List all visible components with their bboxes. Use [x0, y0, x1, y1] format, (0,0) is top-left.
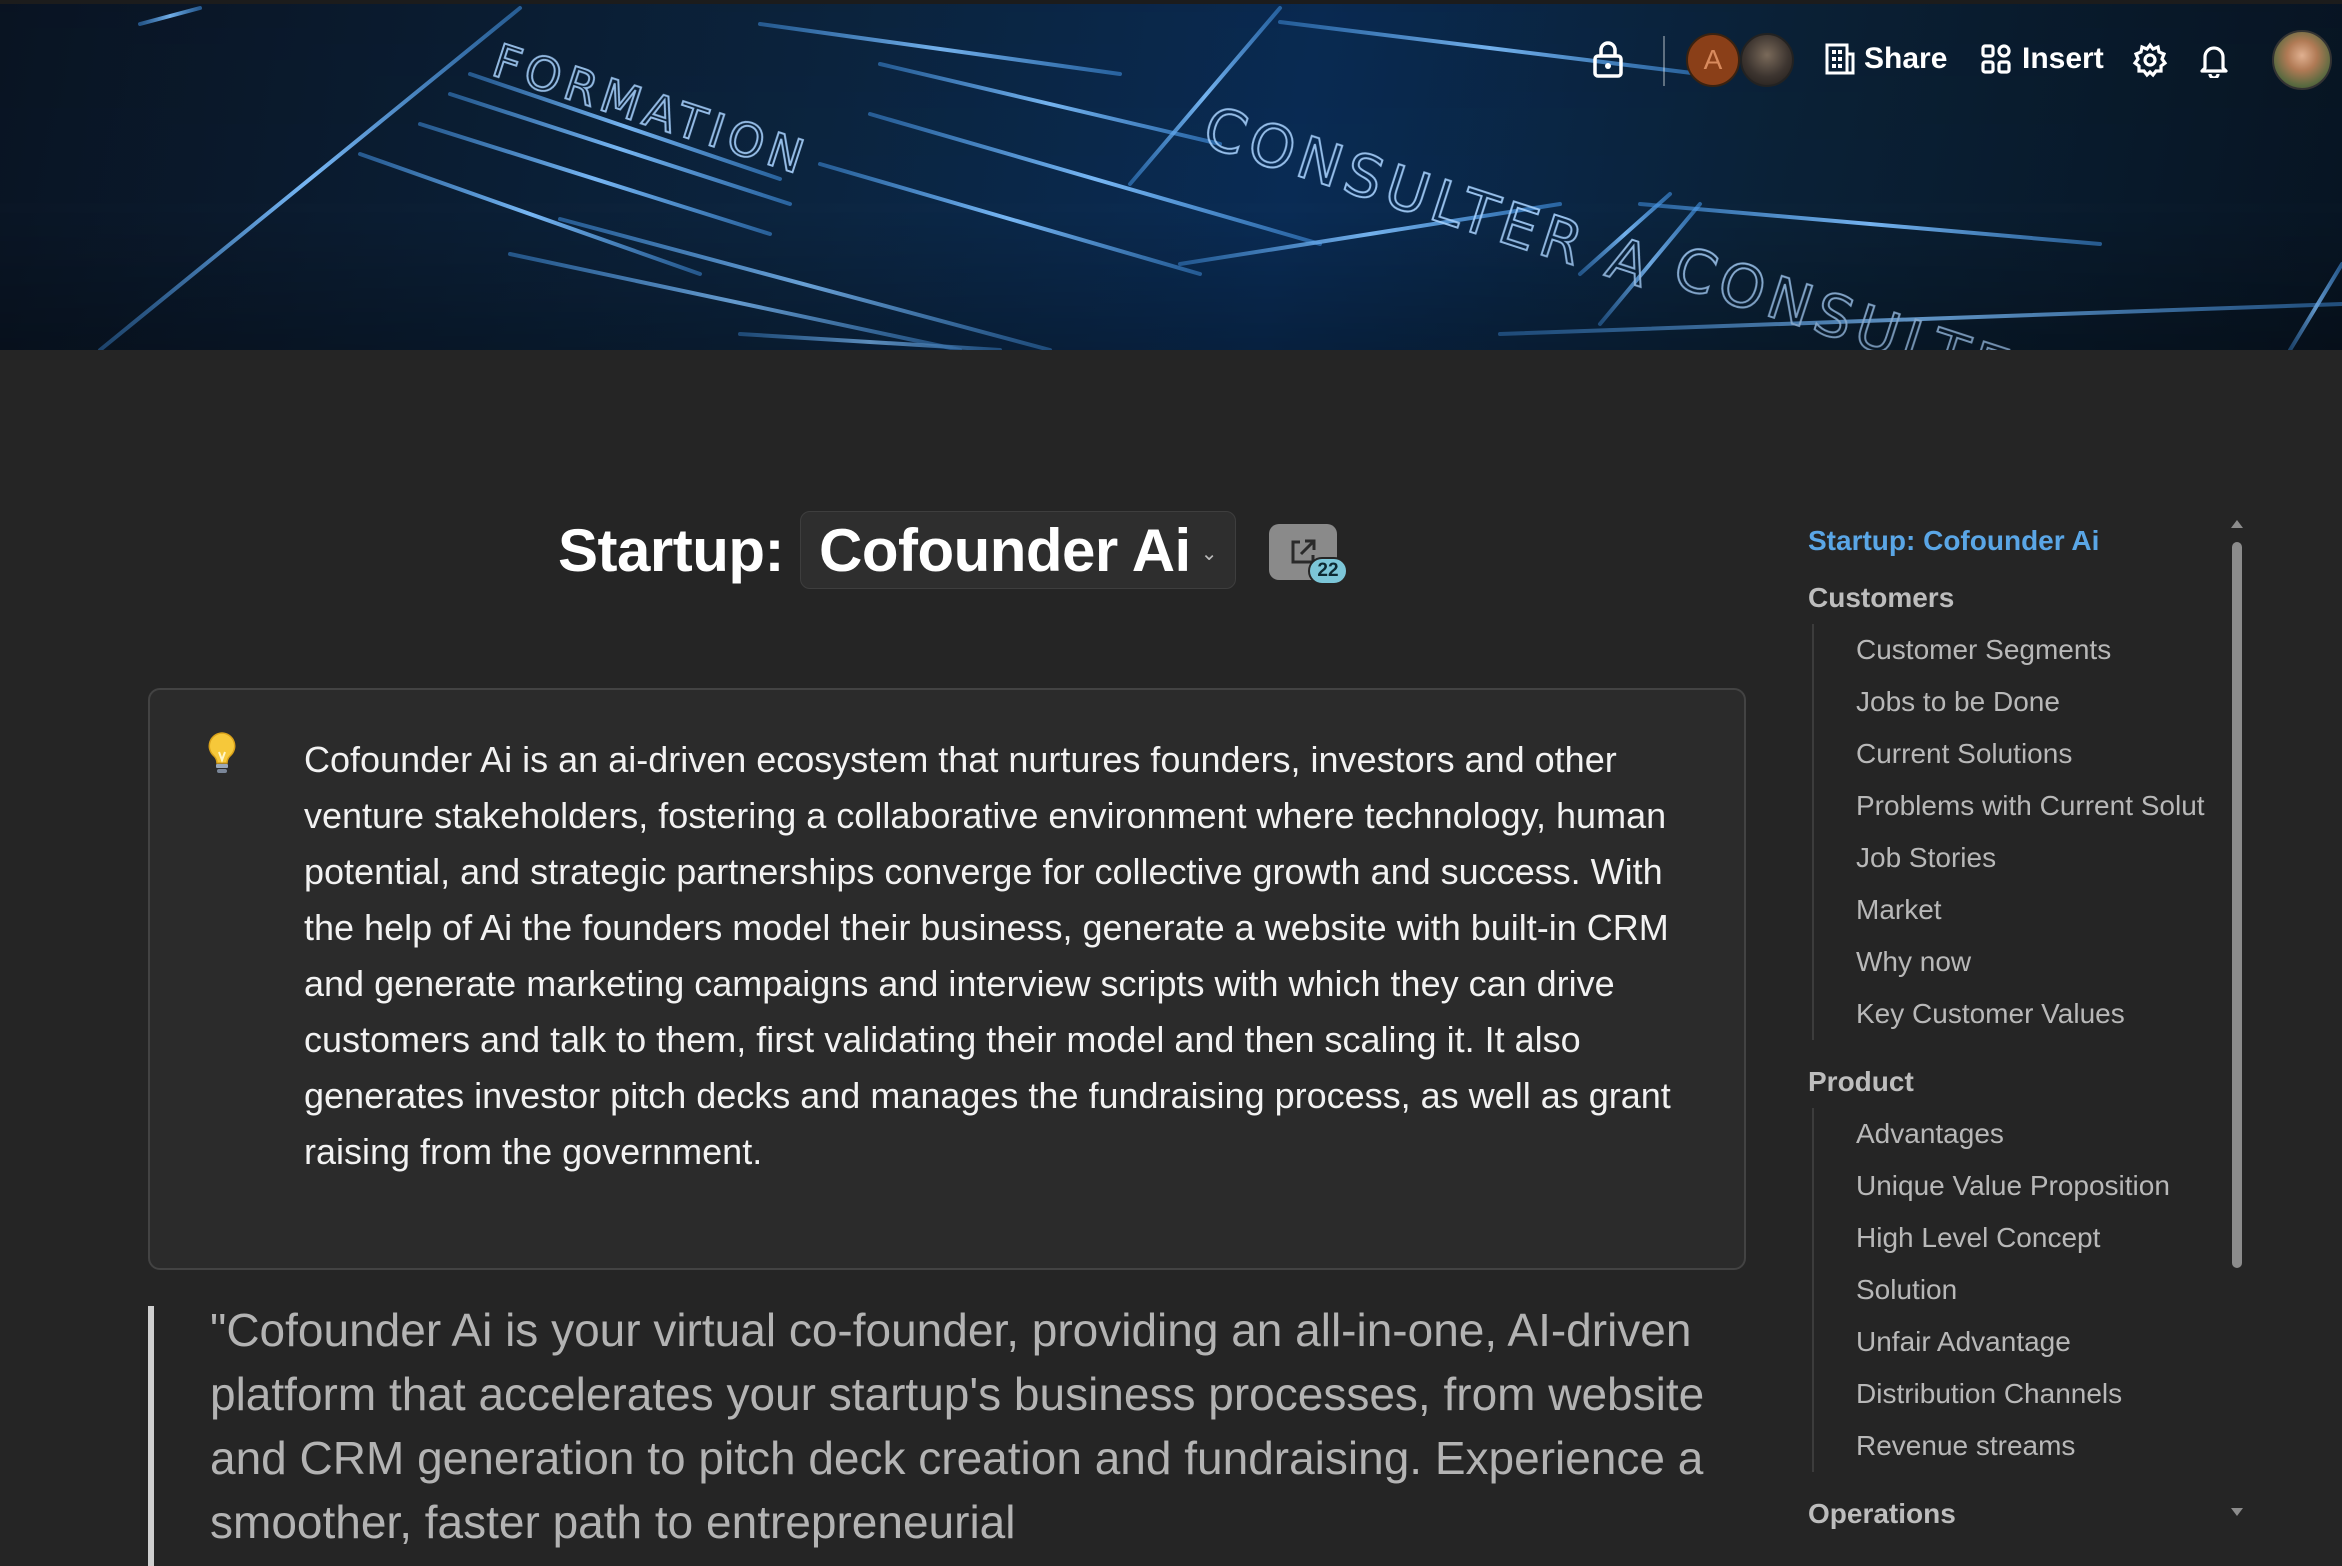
scroll-up-arrow-icon[interactable] — [2231, 520, 2243, 528]
toc-item[interactable]: Solution — [1856, 1264, 2236, 1316]
toc-item[interactable]: Problems with Current Solut — [1856, 780, 2236, 832]
insert-button[interactable]: Insert — [1980, 42, 2104, 76]
toc-section-customers[interactable]: Customers — [1808, 572, 2238, 624]
toc-item[interactable]: Current Solutions — [1856, 728, 2236, 780]
page-title: Startup: Cofounder Ai ⌄ — [558, 510, 1237, 590]
toc-item[interactable]: Unique Value Proposition — [1856, 1160, 2236, 1212]
insert-label: Insert — [2022, 42, 2104, 75]
quote-text[interactable]: "Cofounder Ai is your virtual co-founder… — [210, 1298, 1750, 1554]
toc-item[interactable]: Advantages — [1856, 1108, 2236, 1160]
scroll-down-arrow-icon[interactable] — [2231, 1508, 2243, 1516]
callout-text: Cofounder Ai is an ai-driven ecosystem t… — [304, 739, 1671, 1172]
settings-button[interactable] — [2132, 42, 2168, 78]
callout-block[interactable]: Cofounder Ai is an ai-driven ecosystem t… — [148, 688, 1746, 1270]
gear-icon — [2132, 42, 2168, 78]
toc-item[interactable]: Why now — [1856, 936, 2236, 988]
toc-item[interactable]: Job Stories — [1856, 832, 2236, 884]
link-count-badge: 22 — [1308, 557, 1348, 585]
table-of-contents: Startup: Cofounder Ai Customers Customer… — [1808, 520, 2238, 1540]
grid-icon — [1981, 44, 2011, 74]
toc-section-product[interactable]: Product — [1808, 1056, 2238, 1108]
toc-group-customers: Customer Segments Jobs to be Done Curren… — [1812, 624, 2238, 1040]
lightbulb-icon — [208, 732, 236, 773]
share-label: Share — [1864, 42, 1948, 75]
bell-icon — [2200, 46, 2228, 78]
quote-bar — [148, 1306, 154, 1566]
toc-item[interactable]: Key Customer Values — [1856, 988, 2236, 1040]
avatar[interactable]: A — [1686, 33, 1740, 87]
title-prefix: Startup: — [558, 516, 784, 584]
toc-item[interactable]: Customer Segments — [1856, 624, 2236, 676]
lock-button[interactable] — [1592, 40, 1624, 78]
chevron-down-icon: ⌄ — [1200, 542, 1218, 565]
avatar[interactable] — [1740, 33, 1794, 87]
toc-item-title[interactable]: Startup: Cofounder Ai — [1808, 520, 2238, 572]
toc-item[interactable]: Jobs to be Done — [1856, 676, 2236, 728]
user-avatar[interactable] — [2272, 30, 2332, 90]
startup-name: Cofounder Ai — [818, 516, 1191, 584]
startup-selector[interactable]: Cofounder Ai ⌄ — [799, 511, 1237, 589]
share-button[interactable]: Share — [1824, 42, 1947, 76]
toc-group-product: Advantages Unique Value Proposition High… — [1812, 1108, 2238, 1472]
toc-scrollbar[interactable] — [2232, 542, 2242, 1268]
notifications-button[interactable] — [2198, 42, 2230, 78]
toc-section-operations[interactable]: Operations — [1808, 1488, 2238, 1540]
lock-icon — [1593, 41, 1623, 78]
toc-item[interactable]: Revenue streams — [1856, 1420, 2236, 1472]
toc-item[interactable]: High Level Concept — [1856, 1212, 2236, 1264]
building-icon — [1825, 43, 1855, 75]
cover-banner: FORMATION CONSULTER A CONSULTER A Share — [0, 0, 2342, 350]
toc-item[interactable]: Distribution Channels — [1856, 1368, 2236, 1420]
top-toolbar: A Share Insert — [0, 30, 2342, 92]
toolbar-divider — [1663, 36, 1665, 86]
toc-item[interactable]: Market — [1856, 884, 2236, 936]
toc-item[interactable]: Unfair Advantage — [1856, 1316, 2236, 1368]
